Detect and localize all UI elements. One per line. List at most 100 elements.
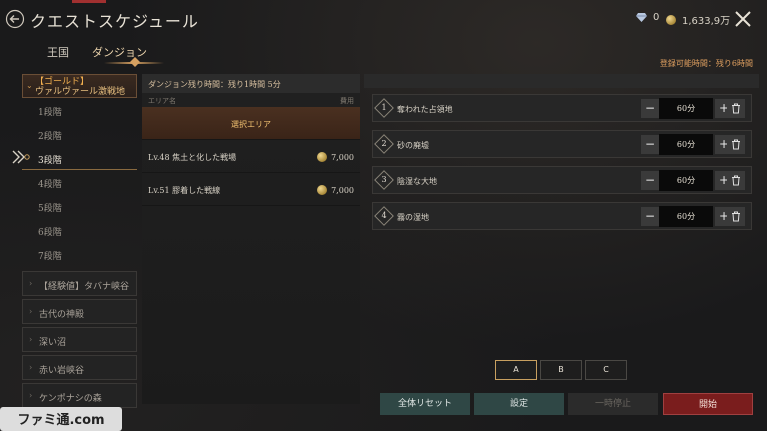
- category-label: 赤い岩峡谷: [39, 366, 85, 376]
- category-item[interactable]: › 深い沼: [22, 327, 137, 352]
- decrease-button[interactable]: −: [641, 207, 659, 226]
- floor-item[interactable]: 1段階: [22, 98, 137, 122]
- chevron-right-icon: ›: [29, 307, 33, 316]
- settings-button[interactable]: 設定: [474, 393, 564, 415]
- delete-slot-button[interactable]: [727, 171, 745, 190]
- decrease-button[interactable]: −: [641, 135, 659, 154]
- famitsu-logo-icon: ファミ通.com: [0, 407, 122, 431]
- floor-item[interactable]: 7段階: [22, 242, 137, 266]
- preset-tab-b[interactable]: B: [540, 360, 582, 380]
- category-name: ヴァルヴァール激戦地: [35, 87, 126, 97]
- category-label: 【経験値】タバナ峡谷: [39, 282, 130, 292]
- slot-duration: 60分: [659, 170, 713, 191]
- cost-value: 7,000: [331, 185, 354, 195]
- slot-duration: 60分: [659, 134, 713, 155]
- slot-number-badge: 4: [374, 206, 394, 226]
- slot-area-name: 奪われた占領地: [397, 105, 453, 114]
- schedule-slot: 3 陰湿な大地 − 60分 +: [372, 166, 752, 194]
- pause-button[interactable]: 一時停止: [568, 393, 658, 415]
- cost-value: 7,000: [331, 152, 354, 162]
- decrease-button[interactable]: −: [641, 99, 659, 118]
- schedule-slot: 2 砂の廃墟 − 60分 +: [372, 130, 752, 158]
- gold-coin-icon: [666, 14, 676, 25]
- schedule-panel: 登録可能時間：残り6時間 1 奪われた占領地 − 60分 + 2 砂の廃墟 − …: [364, 59, 759, 404]
- chevron-right-icon: ›: [29, 363, 33, 372]
- delete-slot-button[interactable]: [727, 207, 745, 226]
- selected-area-label: 選択エリア: [231, 120, 271, 129]
- gold-counter: 1,633,9万: [666, 12, 730, 27]
- floor-item-selected[interactable]: 3段階: [12, 146, 137, 170]
- category-label: 深い沼: [39, 338, 67, 348]
- page-title: クエストスケジュール: [30, 12, 199, 31]
- chevron-right-icon: ›: [29, 391, 33, 400]
- floor-item[interactable]: 6段階: [22, 218, 137, 242]
- floor-item[interactable]: 4段階: [22, 170, 137, 194]
- trash-icon: [732, 211, 740, 222]
- schedule-slot: 4 霧の湿地 − 60分 +: [372, 202, 752, 230]
- slot-duration: 60分: [659, 206, 713, 227]
- delete-slot-button[interactable]: [727, 135, 745, 154]
- header: クエストスケジュール 0 1,633,9万: [0, 0, 767, 40]
- slot-area-name: 砂の廃墟: [397, 141, 429, 150]
- tab-diamond-icon: [130, 57, 140, 67]
- decrease-button[interactable]: −: [641, 171, 659, 190]
- slot-area-name: 陰湿な大地: [397, 177, 437, 186]
- chevron-right-icon: ›: [29, 335, 33, 344]
- floor-item[interactable]: 5段階: [22, 194, 137, 218]
- gold-count: 1,633,9万: [682, 16, 731, 27]
- gem-counter: 0: [636, 12, 659, 23]
- slot-area-name: 霧の湿地: [397, 213, 429, 222]
- trash-icon: [732, 175, 740, 186]
- slot-number-badge: 1: [374, 98, 394, 118]
- floor-label: 3段階: [38, 156, 62, 166]
- area-cost: 7,000: [317, 152, 354, 162]
- category-item[interactable]: › 古代の神殿: [22, 299, 137, 324]
- selection-arrow-icon: [12, 150, 30, 164]
- preset-tab-c[interactable]: C: [585, 360, 627, 380]
- svg-text:ファミ通.com: ファミ通.com: [17, 412, 104, 428]
- column-cost: 費用: [340, 97, 354, 105]
- area-cost: 7,000: [317, 185, 354, 195]
- registrable-time: 登録可能時間：残り6時間: [659, 59, 753, 68]
- area-row-selected[interactable]: 選択エリア: [142, 107, 360, 140]
- start-button[interactable]: 開始: [663, 393, 753, 415]
- category-item[interactable]: › ケンポナシの森: [22, 383, 137, 408]
- area-row[interactable]: Lv.48 焦土と化した戦場 7,000: [142, 140, 360, 173]
- area-row[interactable]: Lv.51 膠着した戦線 7,000: [142, 173, 360, 206]
- delete-slot-button[interactable]: [727, 99, 745, 118]
- chevron-down-icon: ⌄: [26, 81, 33, 90]
- category-label: 古代の神殿: [39, 310, 85, 320]
- title-accent-bar: [72, 0, 106, 3]
- slot-duration: 60分: [659, 98, 713, 119]
- trash-icon: [732, 139, 740, 150]
- category-item[interactable]: › 赤い岩峡谷: [22, 355, 137, 380]
- dungeon-remaining-time: ダンジョン残り時間：残り1時間 5分: [142, 74, 360, 93]
- area-list-header: エリア名 費用: [142, 93, 360, 107]
- area-list-panel: ダンジョン残り時間：残り1時間 5分 エリア名 費用 選択エリア Lv.48 焦…: [142, 74, 360, 404]
- reset-all-button[interactable]: 全体リセット: [380, 393, 470, 415]
- category-label: ケンポナシの森: [39, 394, 102, 404]
- chevron-right-icon: ›: [29, 279, 33, 288]
- slot-number-badge: 3: [374, 170, 394, 190]
- gold-coin-icon: [317, 185, 328, 195]
- floor-item[interactable]: 2段階: [22, 122, 137, 146]
- dungeon-sidebar: ⌄ 【ゴールド】 ヴァルヴァール激戦地 1段階 2段階 3段階 4段階 5段階 …: [12, 74, 137, 408]
- tab-kingdom[interactable]: 王国: [47, 44, 69, 60]
- category-item[interactable]: › 【経験値】タバナ峡谷: [22, 271, 137, 296]
- back-arrow-icon: [5, 9, 25, 29]
- column-area-name: エリア名: [148, 97, 176, 105]
- trash-icon: [732, 103, 740, 114]
- category-gold-varvar[interactable]: ⌄ 【ゴールド】 ヴァルヴァール激戦地: [22, 74, 137, 98]
- schedule-top-bar: [364, 74, 759, 88]
- area-name: Lv.51 膠着した戦線: [148, 186, 221, 195]
- back-button[interactable]: [4, 8, 26, 30]
- area-name: Lv.48 焦土と化した戦場: [148, 153, 237, 162]
- tab-bar: 王国 ダンジョン: [20, 42, 164, 68]
- preset-tab-a[interactable]: A: [495, 360, 537, 380]
- gem-count: 0: [653, 12, 660, 23]
- category-type: 【ゴールド】: [35, 77, 90, 87]
- close-icon: [735, 11, 751, 27]
- close-button[interactable]: [733, 9, 753, 29]
- slot-number-badge: 2: [374, 134, 394, 154]
- gem-icon: [636, 13, 647, 22]
